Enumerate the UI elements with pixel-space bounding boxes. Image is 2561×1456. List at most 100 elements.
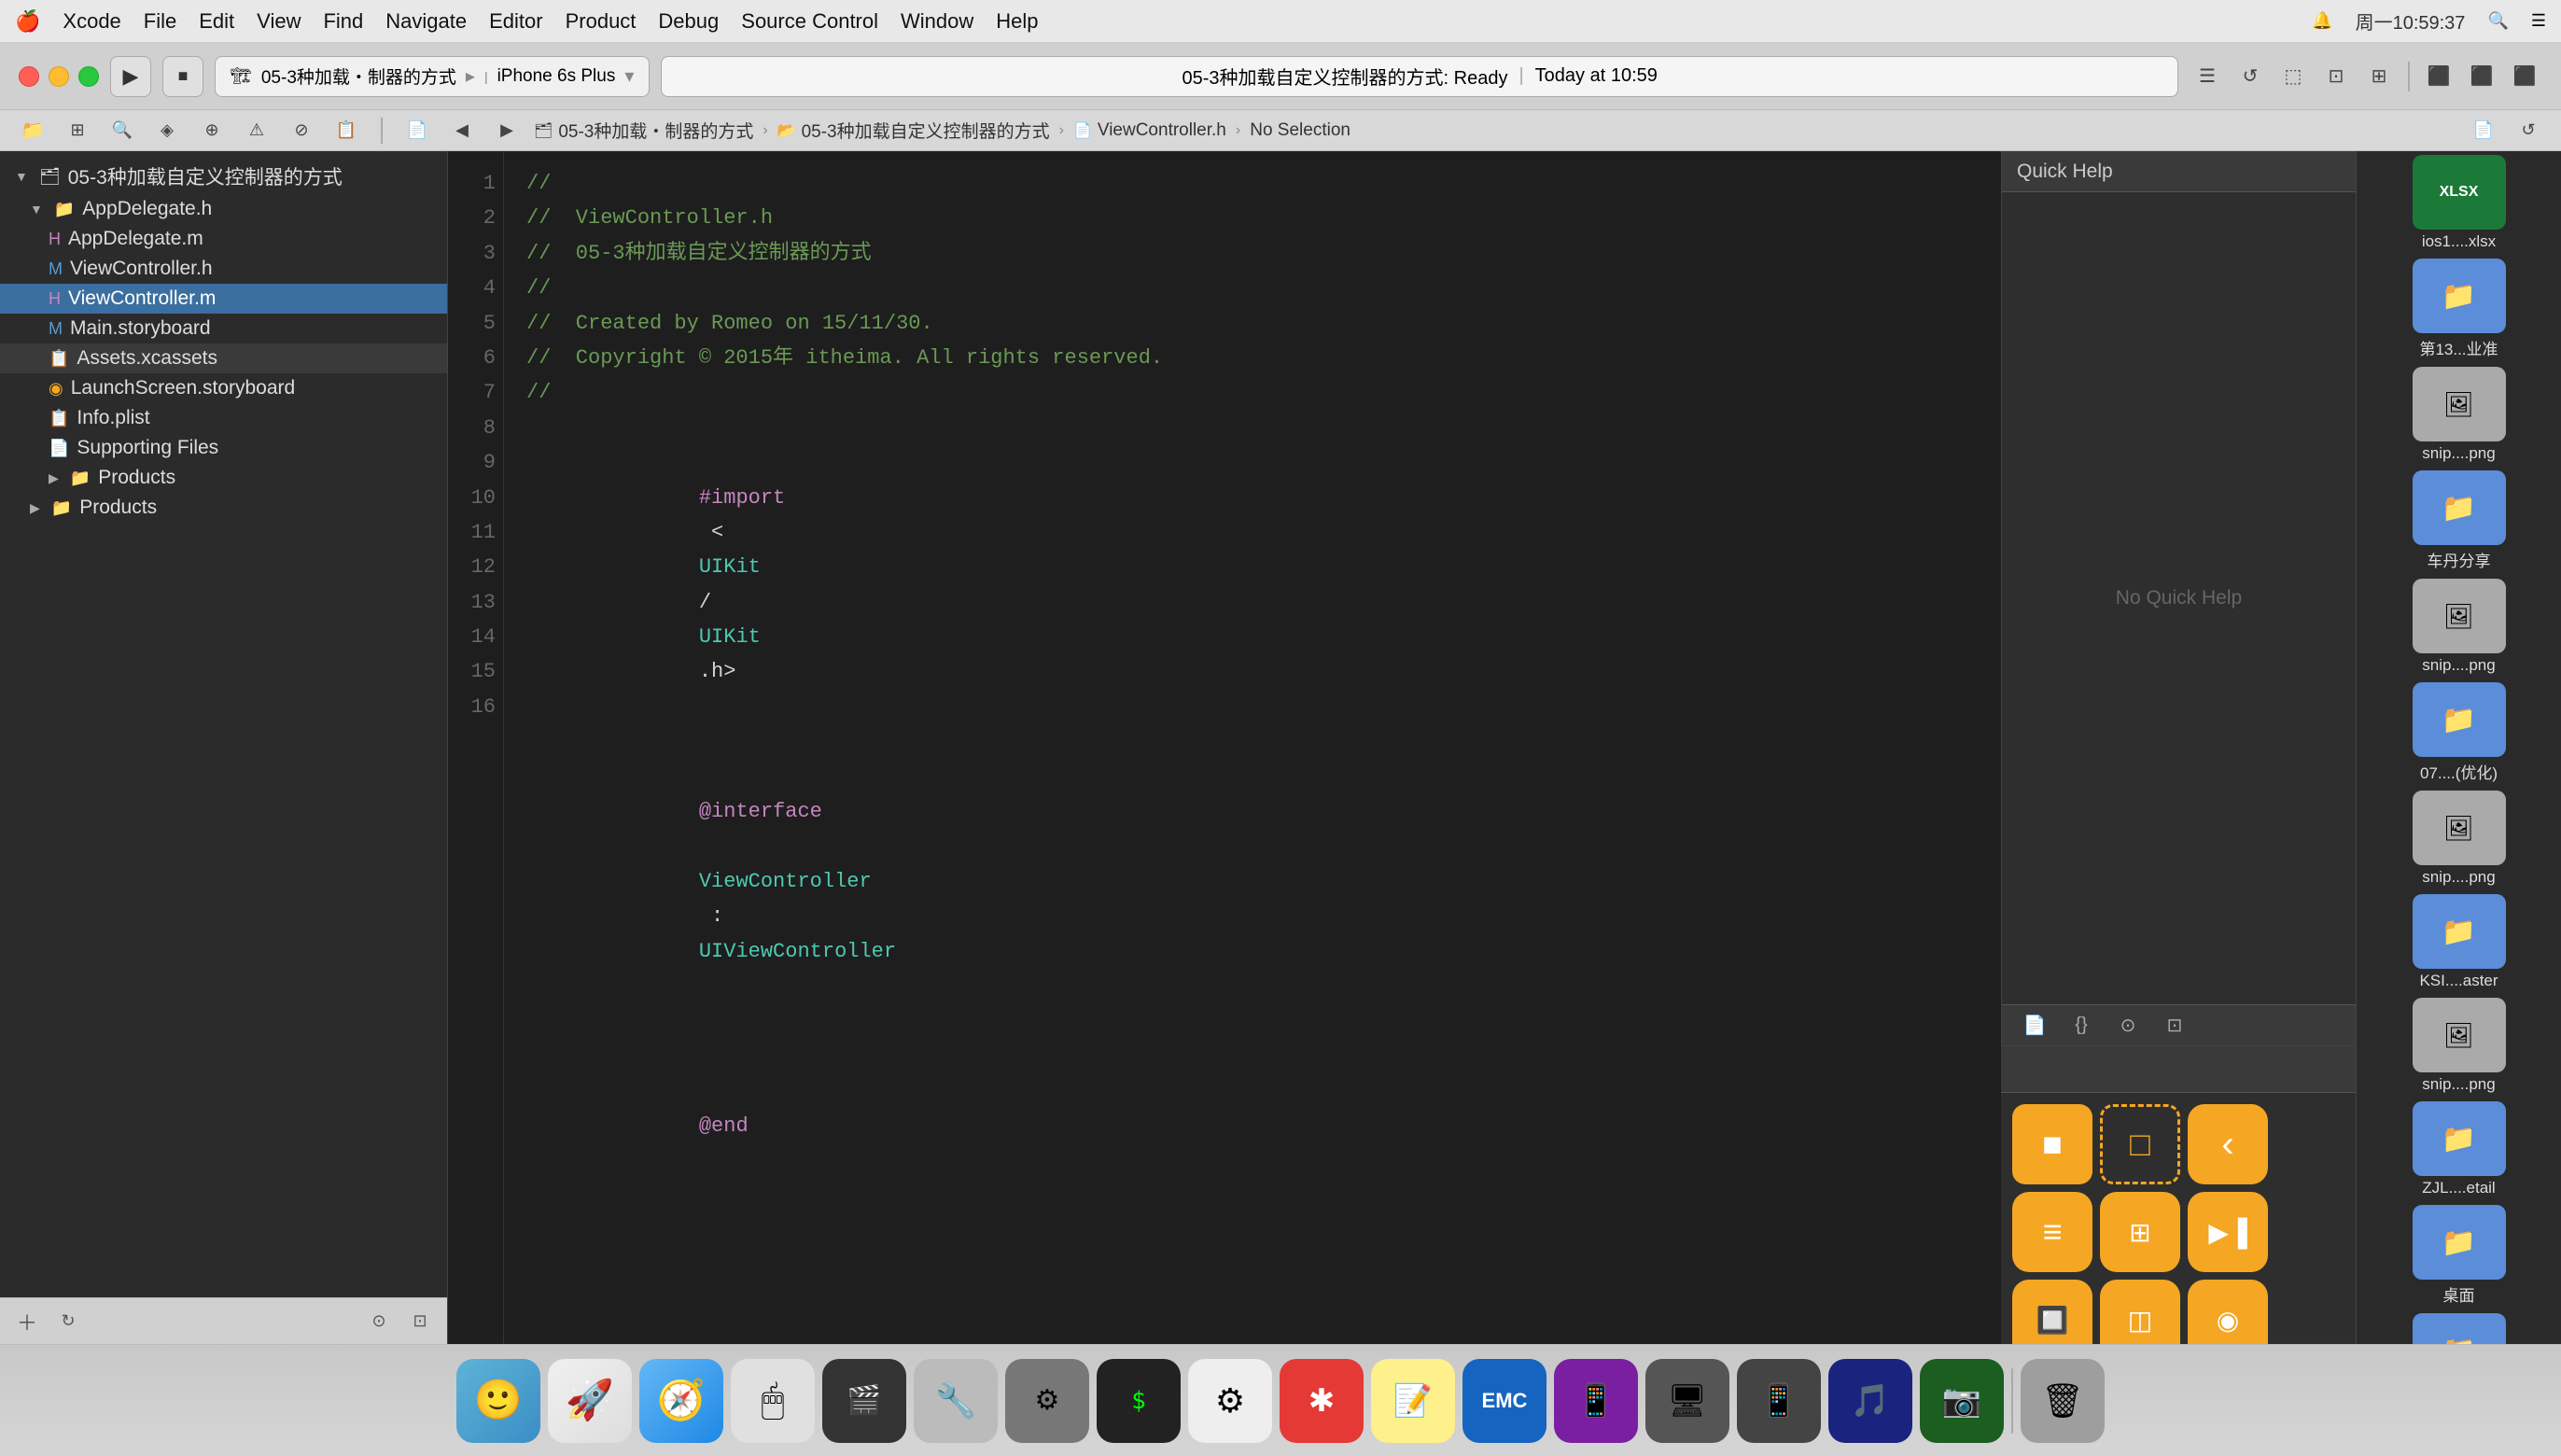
dock-terminal[interactable]: $ — [1097, 1359, 1181, 1443]
obj-toolbar-btn[interactable]: 🔲 — [2012, 1280, 2092, 1344]
issues-btn[interactable]: ⚠ — [239, 113, 274, 148]
menu-xcode[interactable]: Xcode — [63, 9, 120, 34]
diff-btn[interactable]: ◈ — [149, 113, 185, 148]
navigator-back[interactable]: ↺ — [2232, 59, 2268, 94]
recent-files-btn[interactable]: ⊙ — [363, 1306, 395, 1337]
search-btn[interactable]: 🔍 — [105, 113, 140, 148]
view-toggle[interactable]: ⬚ — [2275, 59, 2311, 94]
run-button[interactable]: ▶ — [110, 56, 151, 97]
menu-navigate[interactable]: Navigate — [385, 9, 467, 34]
menu-find[interactable]: Find — [323, 9, 363, 34]
add-editor-btn[interactable]: 📄 — [2466, 113, 2501, 148]
qh-file-icon[interactable]: 📄 — [2017, 1008, 2052, 1043]
stop-button[interactable]: ■ — [162, 56, 203, 97]
desktop-item-folder4[interactable]: 📁 KSI....aster — [2357, 890, 2561, 994]
dock-dvd[interactable]: 🎬 — [822, 1359, 906, 1443]
apple-menu[interactable]: 🍎 — [15, 9, 40, 34]
file-assets[interactable]: ◉ LaunchScreen.storyboard — [0, 373, 447, 403]
dock-system-prefs[interactable]: ⚙ — [1188, 1359, 1272, 1443]
dock-mindnode[interactable]: ✱ — [1280, 1359, 1364, 1443]
desktop-item-xlsx[interactable]: XLSX ios1....xlsx — [2357, 151, 2561, 255]
menu-source-control[interactable]: Source Control — [741, 9, 878, 34]
desktop-item-cmd-folder[interactable]: 📁 命...件夹 — [2357, 1309, 2561, 1344]
file-viewcontroller-h[interactable]: H ViewController.m — [0, 284, 447, 314]
report-btn[interactable]: 📋 — [329, 113, 364, 148]
breadcrumb-root[interactable]: 🗂 05-3种加载・制器的方式 — [534, 118, 753, 143]
commit-btn[interactable]: ⊕ — [194, 113, 230, 148]
menu-help[interactable]: Help — [996, 9, 1038, 34]
menu-debug[interactable]: Debug — [658, 9, 719, 34]
desktop-item-folder5[interactable]: 📁 ZJL....etail — [2357, 1098, 2561, 1201]
filter-button[interactable]: ↻ — [52, 1306, 84, 1337]
file-info-plist[interactable]: 📄 Supporting Files — [0, 433, 447, 463]
desktop-item-img3[interactable]: 🖼 snip....png — [2357, 787, 2561, 890]
scheme-selector[interactable]: 🏗 05-3种加载・制器的方式 ▸ | iPhone 6s Plus ▾ — [215, 56, 650, 97]
hide-right[interactable]: ⬛ — [2507, 59, 2542, 94]
file-tree-group[interactable]: ▼ 📁 AppDelegate.h — [0, 194, 447, 224]
add-file-button[interactable]: ＋ — [11, 1306, 43, 1337]
dock-app1[interactable]: 📱 — [1554, 1359, 1638, 1443]
refresh-btn[interactable]: ↺ — [2511, 113, 2546, 148]
file-viewcontroller-m[interactable]: M Main.storyboard — [0, 314, 447, 343]
desktop-item-folder2[interactable]: 📁 车丹分享 — [2357, 467, 2561, 575]
breakpoints-btn[interactable]: ⊘ — [284, 113, 319, 148]
editor-content[interactable]: 1 2 3 4 5 6 7 8 9 10 11 12 13 14 — [448, 151, 2001, 1344]
breadcrumb-symbol[interactable]: No Selection — [1250, 120, 1350, 141]
desktop-item-img1[interactable]: 🖼 snip....png — [2357, 363, 2561, 467]
dock-emc[interactable]: EMC — [1462, 1359, 1546, 1443]
editor-file-icon[interactable]: 📄 — [399, 113, 435, 148]
menu-view[interactable]: View — [257, 9, 301, 34]
file-launch-storyboard[interactable]: 📋 Info.plist — [0, 403, 447, 433]
menu-file[interactable]: File — [144, 9, 176, 34]
maximize-button[interactable] — [78, 66, 99, 87]
obj-media-btn[interactable]: ▶▐ — [2188, 1192, 2268, 1272]
desktop-item-img2[interactable]: 🖼 snip....png — [2357, 575, 2561, 679]
hierarchy-btn[interactable]: ⊞ — [60, 113, 95, 148]
obj-view-btn[interactable]: ■ — [2012, 1104, 2092, 1184]
breadcrumb-file[interactable]: 📄 ViewController.h — [1073, 120, 1226, 141]
close-button[interactable] — [19, 66, 39, 87]
version-editor[interactable]: ⊞ — [2361, 59, 2397, 94]
dock-notes[interactable]: 📝 — [1371, 1359, 1455, 1443]
qh-obj-icon[interactable]: ⊙ — [2110, 1008, 2146, 1043]
hide-bottom[interactable]: ⬛ — [2464, 59, 2499, 94]
desktop-item-folder3[interactable]: 📁 07....(优化) — [2357, 679, 2561, 787]
obj-grid-btn[interactable]: ⊞ — [2100, 1192, 2180, 1272]
qh-code-icon[interactable]: {} — [2064, 1008, 2099, 1043]
menu-product[interactable]: Product — [566, 9, 637, 34]
file-main-storyboard[interactable]: 📋 Assets.xcassets — [0, 343, 447, 373]
menu-editor[interactable]: Editor — [489, 9, 542, 34]
obj-back-btn[interactable]: ‹ — [2188, 1104, 2268, 1184]
file-supporting-files[interactable]: ▶ 📁 Products — [0, 463, 447, 493]
desktop-item-img4[interactable]: 🖼 snip....png — [2357, 994, 2561, 1098]
dock-app3[interactable]: 📱 — [1737, 1359, 1821, 1443]
folder-icon-btn[interactable]: 📁 — [15, 113, 50, 148]
minimize-button[interactable] — [49, 66, 69, 87]
breadcrumb-group[interactable]: 📂 05-3种加载自定义控制器的方式 — [777, 118, 1050, 143]
dock-mouse[interactable]: 🖱 — [731, 1359, 815, 1443]
dock-tools[interactable]: 🔧 — [914, 1359, 998, 1443]
nav-back[interactable]: ◀ — [444, 113, 480, 148]
file-appdelegate-m[interactable]: M ViewController.h — [0, 254, 447, 284]
nav-forward[interactable]: ▶ — [489, 113, 525, 148]
file-tree-root[interactable]: ▼ 🗂 05-3种加载自定义控制器的方式 — [0, 159, 447, 194]
dock-app5[interactable]: 📷 — [1920, 1359, 2004, 1443]
dock-app4[interactable]: 🎵 — [1828, 1359, 1912, 1443]
menu-window[interactable]: Window — [901, 9, 973, 34]
file-appdelegate-h[interactable]: H AppDelegate.m — [0, 224, 447, 254]
obj-camera-btn[interactable]: ◉ — [2188, 1280, 2268, 1344]
dock-finder[interactable]: 🙂 — [456, 1359, 540, 1443]
obj-nav-btn[interactable]: ◫ — [2100, 1280, 2180, 1344]
hide-left[interactable]: ⬛ — [2421, 59, 2456, 94]
dock-trash[interactable]: 🗑 — [2021, 1359, 2105, 1443]
assistant-editor[interactable]: ⊡ — [2318, 59, 2354, 94]
qh-history-icon[interactable]: ⊡ — [2157, 1008, 2192, 1043]
obj-list-btn[interactable]: ≡ — [2012, 1192, 2092, 1272]
desktop-item-desktop[interactable]: 📁 桌面 — [2357, 1201, 2561, 1309]
dock-instruments[interactable]: ⚙ — [1005, 1359, 1089, 1443]
navigator-toggle[interactable]: ☰ — [2190, 59, 2225, 94]
file-products[interactable]: ▶ 📁 Products — [0, 493, 447, 523]
dock-safari[interactable]: 🧭 — [639, 1359, 723, 1443]
obj-dashed-btn[interactable]: □ — [2100, 1104, 2180, 1184]
dock-launchpad[interactable]: 🚀 — [548, 1359, 632, 1443]
